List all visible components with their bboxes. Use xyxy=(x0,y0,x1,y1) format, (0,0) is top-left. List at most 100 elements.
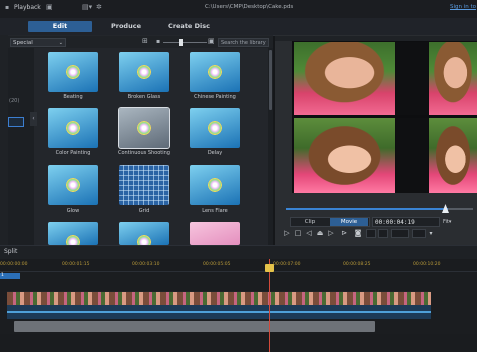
ruler-tick-label: 00:00:10:20 xyxy=(413,262,441,267)
grid-view-icon[interactable]: ⊞ xyxy=(142,37,148,45)
flower-thumbnail-icon xyxy=(136,120,152,136)
effect-thumb-grid[interactable] xyxy=(119,165,169,205)
library-scrollbar[interactable] xyxy=(268,48,273,245)
preview-photo-tile xyxy=(429,118,477,193)
slider-handle[interactable] xyxy=(179,39,183,46)
video-clip-filmstrip[interactable] xyxy=(7,291,431,306)
flower-thumbnail-icon xyxy=(207,177,223,193)
collapse-panel-handle[interactable]: ‹ xyxy=(30,112,37,126)
mode-tab-bar: Edit Produce Create Disc xyxy=(0,18,477,36)
room-nav-strip xyxy=(0,35,8,245)
effect-label: Chinese Painting xyxy=(194,94,236,100)
effect-thumb-lens-flare[interactable] xyxy=(190,165,240,205)
tab-produce[interactable]: Produce xyxy=(96,21,156,32)
preview-scrub-track[interactable] xyxy=(448,208,473,210)
empty-track-row xyxy=(0,334,477,352)
thumbnail-size-slider[interactable] xyxy=(163,42,207,43)
play-icon[interactable]: ▷ xyxy=(283,229,291,238)
effect-thumb-broken-glass[interactable] xyxy=(119,52,169,92)
app-logo-icon: ▪ xyxy=(5,4,10,11)
effect-label: Lens Flare xyxy=(202,208,228,214)
preview-scrub-progress[interactable] xyxy=(286,208,448,210)
scrollbar-thumb[interactable] xyxy=(269,50,272,110)
timeline-playhead-line[interactable] xyxy=(269,259,270,352)
preview-photo-tile xyxy=(294,42,395,115)
previous-frame-icon[interactable]: ◁ xyxy=(305,229,313,238)
effect-thumb-beating[interactable] xyxy=(48,52,98,92)
timeline-playhead-handle[interactable] xyxy=(265,264,274,272)
movie-mode-button[interactable]: Movie xyxy=(330,218,368,226)
split-button[interactable]: Split xyxy=(4,248,17,255)
effect-label: Grid xyxy=(138,208,150,214)
effect-thumb-continuous-shooting[interactable] xyxy=(118,107,170,149)
audio-waveform-track[interactable] xyxy=(7,305,431,319)
next-frame-icon[interactable]: ▷ xyxy=(327,229,335,238)
effect-thumb-next[interactable] xyxy=(48,222,98,245)
track-header-video[interactable]: 1 xyxy=(0,273,20,279)
preview-video-frame xyxy=(292,41,477,193)
effect-clip-bar[interactable] xyxy=(14,321,375,332)
category-dropdown-value: Special xyxy=(13,40,33,46)
sign-in-link[interactable]: Sign in to xyxy=(450,4,476,10)
effect-thumb-delay[interactable] xyxy=(190,108,240,148)
preview-black-gap xyxy=(396,118,428,193)
title-bar: ▪ Playback ▣ ▤▾ ✲ C:\Users\CMP\Desktop\C… xyxy=(0,0,477,18)
export-icon[interactable]: ⏏ xyxy=(316,229,324,238)
ruler-tick-label: 00:00:00:00 xyxy=(0,262,28,267)
effect-thumb-glow[interactable] xyxy=(48,165,98,205)
large-thumbnail-icon[interactable]: ▣ xyxy=(208,37,215,45)
fast-forward-icon[interactable]: ⊳ xyxy=(340,229,348,238)
effect-label: Broken Glass xyxy=(127,94,161,100)
ruler-tick-label: 00:00:01:15 xyxy=(62,262,90,267)
category-dropdown[interactable]: Special ⌄ xyxy=(10,38,66,47)
library-search-input[interactable]: Search the library xyxy=(218,38,269,47)
flower-thumbnail-icon xyxy=(136,64,152,80)
project-path: C:\Users\CMP\Desktop\Cake.pds xyxy=(205,4,294,10)
preview-photo-tile xyxy=(429,42,477,115)
track-number: 1 xyxy=(1,273,4,278)
clip-mode-button[interactable]: Clip xyxy=(291,218,329,226)
library-category-rail xyxy=(8,48,34,245)
ruler-tick-label: 00:00:03:10 xyxy=(132,262,160,267)
effect-label: Delay xyxy=(207,150,223,156)
preview-quality-box[interactable] xyxy=(391,229,409,238)
snapshot-camera-icon[interactable]: ◙ xyxy=(354,229,362,238)
timecode-display[interactable]: 00:00:04:19 xyxy=(372,217,440,227)
tab-edit[interactable]: Edit xyxy=(28,21,92,32)
small-thumbnail-icon[interactable]: ▪ xyxy=(156,38,160,45)
snapshot-icon[interactable]: ▣ xyxy=(46,3,53,11)
effect-label: Glow xyxy=(66,208,80,214)
preview-quality-box[interactable] xyxy=(366,229,376,238)
chevron-down-icon[interactable]: ▾ xyxy=(427,229,435,238)
effect-label: Continuous Shooting xyxy=(118,150,170,156)
effect-thumb-color-painting[interactable] xyxy=(48,108,98,148)
flower-thumbnail-icon xyxy=(207,64,223,80)
stop-icon[interactable]: □ xyxy=(294,229,302,238)
effect-thumb-chinese-painting[interactable] xyxy=(190,52,240,92)
chevron-down-icon: ⌄ xyxy=(58,40,63,46)
effect-thumb-next[interactable] xyxy=(190,222,240,245)
menu-playback[interactable]: Playback xyxy=(14,4,41,11)
ruler-tick-label: 00:00:07:00 xyxy=(273,262,301,267)
tab-create-disc[interactable]: Create Disc xyxy=(158,21,220,32)
effect-thumb-next[interactable] xyxy=(119,222,169,245)
flower-thumbnail-icon xyxy=(207,120,223,136)
preview-quality-box[interactable] xyxy=(412,229,426,238)
flower-thumbnail-icon xyxy=(136,234,152,245)
category-count: (20) xyxy=(9,98,20,104)
layout-icon[interactable]: ▤▾ xyxy=(82,3,92,11)
zoom-fit-dropdown[interactable]: Fit▾ xyxy=(443,217,453,227)
preview-quality-box[interactable] xyxy=(378,229,388,238)
effect-label: Beating xyxy=(63,94,83,100)
preview-black-gap xyxy=(396,42,428,115)
category-selected-box[interactable] xyxy=(8,117,24,127)
settings-gear-icon[interactable]: ✲ xyxy=(96,3,102,11)
timeline-toolbar xyxy=(0,245,477,260)
audio-waveform xyxy=(7,311,431,313)
ruler-tick-label: 00:00:05:05 xyxy=(203,262,231,267)
flower-thumbnail-icon xyxy=(65,234,81,245)
flower-thumbnail-icon xyxy=(65,120,81,136)
video-editor-window: ▪ Playback ▣ ▤▾ ✲ C:\Users\CMP\Desktop\C… xyxy=(0,0,477,352)
chevron-down-icon: ▾ xyxy=(448,219,452,225)
ruler-tick-label: 00:00:08:25 xyxy=(343,262,371,267)
